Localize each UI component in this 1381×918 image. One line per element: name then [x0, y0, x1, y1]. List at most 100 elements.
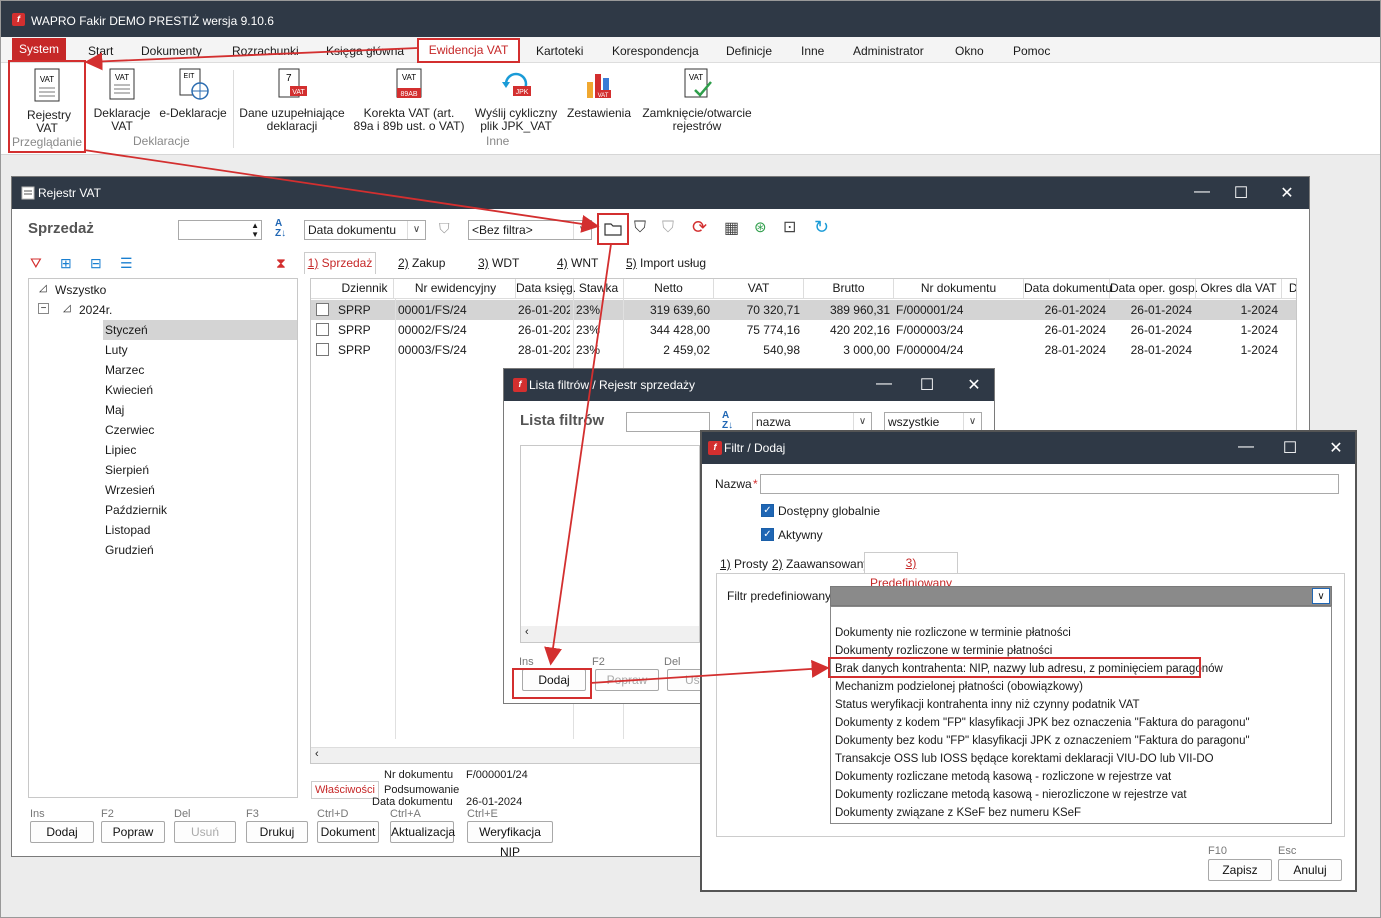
- tab-import-uslug[interactable]: 5) Import usług: [626, 256, 706, 270]
- minimize-icon[interactable]: —: [1236, 438, 1256, 456]
- tree-collapse-icon[interactable]: ⊟: [90, 255, 102, 272]
- row-checkbox[interactable]: [316, 323, 329, 336]
- tab-zaawansowany[interactable]: 2) Zaawansowany: [772, 557, 869, 571]
- menu-system[interactable]: System: [12, 38, 66, 61]
- tree-month[interactable]: Grudzień: [105, 543, 154, 557]
- tree-month[interactable]: Luty: [105, 343, 128, 357]
- tab-wnt[interactable]: 4) WNT: [557, 256, 598, 270]
- tree-month[interactable]: Lipiec: [105, 443, 136, 457]
- scroll-left-icon[interactable]: ‹: [315, 748, 319, 760]
- table-row[interactable]: SPRP 00003/FS/24 28-01-2024 23% 2 459,02 540,…: [311, 340, 1296, 360]
- tree-month[interactable]: Marzec: [105, 363, 144, 377]
- rejestr-button-2[interactable]: Popraw: [101, 821, 165, 843]
- menu-administrator[interactable]: Administrator: [853, 44, 924, 58]
- minimize-icon[interactable]: —: [874, 375, 894, 393]
- tree-month[interactable]: Sierpień: [105, 463, 149, 477]
- rejestr-button-5[interactable]: Dokument: [317, 821, 379, 843]
- column-header[interactable]: Okres dla VAT: [1196, 279, 1282, 299]
- tab-predefiniowany[interactable]: 3) Predefiniowany: [864, 552, 958, 590]
- maximize-icon[interactable]: ☐: [917, 375, 937, 395]
- nazwa-input[interactable]: [760, 474, 1339, 494]
- tree-month[interactable]: Październik: [105, 503, 167, 517]
- tree-expand-icon[interactable]: ⊞: [60, 255, 72, 272]
- rejestr-button-1[interactable]: Dodaj: [30, 821, 94, 843]
- rejestr-button-6[interactable]: Aktualizacja: [390, 821, 455, 843]
- table-settings-icon[interactable]: ▦: [724, 218, 739, 238]
- dostepny-checkbox[interactable]: ✓: [761, 504, 774, 517]
- lista-button-2[interactable]: Popraw: [595, 669, 659, 691]
- column-header[interactable]: Data oper. gosp.: [1110, 279, 1198, 299]
- dane-uzupelniajace-button[interactable]: 7 VAT Dane uzupełniające deklaracji: [237, 68, 347, 133]
- rejestr-button-7[interactable]: Weryfikacja NIP: [467, 821, 553, 859]
- menu-rozrachunki[interactable]: Rozrachunki: [232, 44, 299, 58]
- zestawienia-button[interactable]: VAT Zestawienia: [566, 68, 632, 120]
- tree-month[interactable]: Wrzesień: [105, 483, 155, 497]
- funnel-icon[interactable]: ⛉: [634, 219, 646, 237]
- menu-ksiega-glowna[interactable]: Księga główna: [326, 44, 404, 58]
- detail-tab-podsumowanie[interactable]: Podsumowanie: [384, 784, 459, 796]
- predef-option[interactable]: Dokumenty rozliczane metodą kasową - roz…: [835, 771, 1171, 783]
- chevron-down-icon[interactable]: ∨: [1312, 588, 1330, 604]
- maximize-icon[interactable]: ☐: [1280, 438, 1300, 458]
- sort-az-icon[interactable]: A Z↓: [722, 411, 733, 431]
- zamkniecie-rejestrow-button[interactable]: VAT Zamknięcie/otwarcie rejestrów: [638, 68, 756, 133]
- column-header[interactable]: Da: [1282, 279, 1296, 299]
- rejestr-button-3[interactable]: Usuń: [174, 821, 236, 843]
- column-header[interactable]: Data księg.: [516, 279, 576, 299]
- minimize-icon[interactable]: —: [1192, 183, 1212, 201]
- menu-pomoc[interactable]: Pomoc: [1013, 44, 1050, 58]
- spinner-arrows-icon[interactable]: ▲ ▼: [251, 221, 259, 239]
- tree-level-icon[interactable]: ☰: [120, 255, 133, 272]
- maximize-icon[interactable]: ☐: [1231, 183, 1251, 203]
- predef-option[interactable]: Dokumenty z kodem "FP" klasyfikacji JPK …: [835, 717, 1250, 729]
- vat-tree-icon-1[interactable]: ⛛: [30, 255, 42, 272]
- menu-korespondencja[interactable]: Korespondencja: [612, 44, 699, 58]
- tree-root[interactable]: Wszystko: [55, 283, 106, 297]
- column-header[interactable]: Dziennik: [336, 279, 394, 299]
- rejestr-button-4[interactable]: Drukuj: [246, 821, 308, 843]
- row-checkbox[interactable]: [316, 343, 329, 356]
- tab-zakup[interactable]: 2) Zakup: [398, 256, 445, 270]
- tree-month[interactable]: Czerwiec: [105, 423, 154, 437]
- predef-option[interactable]: Dokumenty związane z KSeF bez numeru KSe…: [835, 807, 1081, 819]
- deklaracje-vat-button[interactable]: VAT Deklaracje VAT: [92, 68, 152, 133]
- korekta-vat-button[interactable]: VAT 89AB Korekta VAT (art. 89a i 89b ust.…: [352, 68, 466, 133]
- table-row[interactable]: SPRP 00002/FS/24 26-01-2024 23% 344 428,00 75…: [311, 320, 1296, 340]
- column-header[interactable]: Netto: [624, 279, 714, 299]
- predef-option[interactable]: Dokumenty nie rozliczone w terminie płat…: [835, 627, 1071, 639]
- menu-start[interactable]: Start: [88, 44, 113, 58]
- lista-button-1[interactable]: Dodaj: [522, 669, 586, 691]
- tree-month[interactable]: Listopad: [105, 523, 150, 537]
- lista-search-input[interactable]: [626, 412, 710, 432]
- tab-sprzedaz[interactable]: 1) Sprzedaż: [304, 252, 376, 274]
- tab-prosty[interactable]: 1) Prosty: [720, 557, 768, 571]
- menu-dokumenty[interactable]: Dokumenty: [141, 44, 202, 58]
- verify-icon[interactable]: ⊛: [754, 218, 767, 236]
- filter-list-folder-button[interactable]: [597, 213, 629, 245]
- tree-month[interactable]: Styczeń: [105, 323, 148, 337]
- tree-month[interactable]: Kwiecień: [105, 383, 153, 397]
- tree-collapse-toggle[interactable]: −: [38, 303, 49, 314]
- period-filter-icon[interactable]: ⧗: [276, 255, 286, 272]
- list-hscroll[interactable]: ‹: [521, 626, 699, 642]
- column-header[interactable]: Brutto: [804, 279, 894, 299]
- zapisz-button[interactable]: Zapisz: [1208, 859, 1272, 881]
- tree-year[interactable]: 2024r.: [79, 303, 112, 317]
- tree-month[interactable]: Maj: [105, 403, 124, 417]
- funnel-clear-icon[interactable]: ⛉: [662, 219, 674, 237]
- sort-combo[interactable]: Data dokumentu ∨: [304, 220, 426, 240]
- row-checkbox[interactable]: [316, 303, 329, 316]
- tab-wdt[interactable]: 3) WDT: [478, 256, 519, 270]
- close-icon[interactable]: ✕: [1277, 183, 1297, 203]
- column-header[interactable]: Nr ewidencyjny: [396, 279, 516, 299]
- rejestry-vat-button[interactable]: VAT Rejestry VAT Przeglądanie: [8, 60, 86, 153]
- scroll-left-icon[interactable]: ‹: [525, 626, 529, 638]
- menu-ewidencja-vat[interactable]: Ewidencja VAT: [417, 38, 520, 63]
- close-icon[interactable]: ✕: [1326, 438, 1346, 458]
- predef-option[interactable]: Transakcje OSS lub IOSS będące korektami…: [835, 753, 1214, 765]
- menu-inne[interactable]: Inne: [801, 44, 824, 58]
- lista-sort-combo[interactable]: nazwa ∨: [752, 412, 872, 432]
- predef-combo[interactable]: ∨: [830, 586, 1332, 606]
- column-header[interactable]: Stawka: [574, 279, 624, 299]
- menu-okno[interactable]: Okno: [955, 44, 984, 58]
